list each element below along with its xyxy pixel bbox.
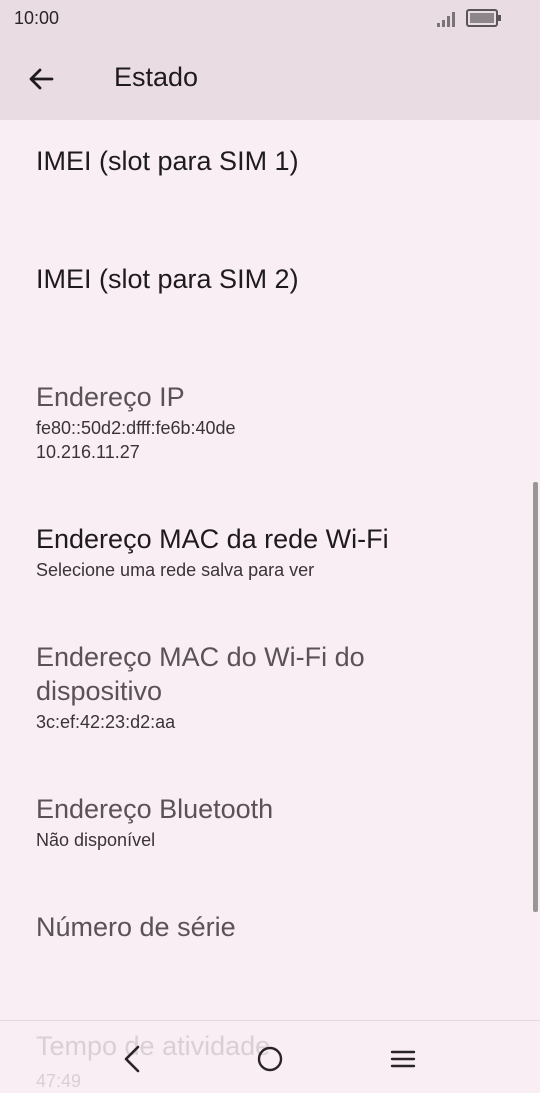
list-item-device-wifi-mac[interactable]: Endereço MAC do Wi-Fi do dispositivo 3c:… <box>36 640 506 734</box>
nav-menu-button[interactable] <box>381 1037 425 1081</box>
item-title: Endereço IP <box>36 382 185 412</box>
menu-icon <box>390 1050 416 1068</box>
status-bar: 10:00 <box>0 0 540 38</box>
navigation-bar: Tempo de atividade 47:49 <box>0 1020 540 1093</box>
list-item-imei-sim2[interactable]: IMEI (slot para SIM 2) <box>36 262 506 296</box>
chevron-left-icon <box>124 1045 140 1073</box>
list-item-imei-sim1[interactable]: IMEI (slot para SIM 1) <box>36 144 506 178</box>
list-item-bluetooth-address[interactable]: Endereço Bluetooth Não disponível <box>36 792 506 852</box>
status-list[interactable]: IMEI (slot para SIM 1) IMEI (slot para S… <box>0 120 540 1020</box>
cellular-signal-icon <box>437 12 455 27</box>
page-title: Estado <box>114 62 199 92</box>
arrow-left-icon <box>29 68 54 90</box>
nav-home-button[interactable] <box>248 1037 292 1081</box>
item-title: Número de série <box>36 912 236 942</box>
nav-back-button[interactable] <box>110 1037 154 1081</box>
item-title: Endereço MAC da rede Wi-Fi <box>36 524 389 554</box>
list-item-ip-address[interactable]: Endereço IP fe80::50d2:dfff:fe6b:40de 10… <box>36 380 506 464</box>
circle-home-icon <box>257 1046 283 1072</box>
ip-address-line: 10.216.11.27 <box>36 442 140 462</box>
item-subtitle: Não disponível <box>36 830 156 850</box>
status-time: 10:00 <box>14 8 60 28</box>
app-bar: Estado <box>0 38 540 120</box>
back-button[interactable] <box>18 56 64 102</box>
item-title: IMEI (slot para SIM 2) <box>36 264 299 294</box>
item-title: Endereço Bluetooth <box>36 794 274 824</box>
item-subtitle: 3c:ef:42:23:d2:aa <box>36 712 176 732</box>
list-item-wifi-mac[interactable]: Endereço MAC da rede Wi-Fi Selecione uma… <box>36 522 506 582</box>
list-item-uptime-value: 47:49 <box>36 1071 82 1091</box>
scrollbar[interactable] <box>533 482 538 912</box>
item-subtitle: Selecione uma rede salva para ver <box>36 560 315 580</box>
ip-address-line: fe80::50d2:dfff:fe6b:40de <box>36 418 236 438</box>
list-item-serial-number[interactable]: Número de série <box>36 910 506 944</box>
item-title-line: Endereço MAC do Wi-Fi do <box>36 642 365 672</box>
battery-icon <box>466 9 501 27</box>
item-title: IMEI (slot para SIM 1) <box>36 146 299 176</box>
item-title-line: dispositivo <box>36 676 163 706</box>
